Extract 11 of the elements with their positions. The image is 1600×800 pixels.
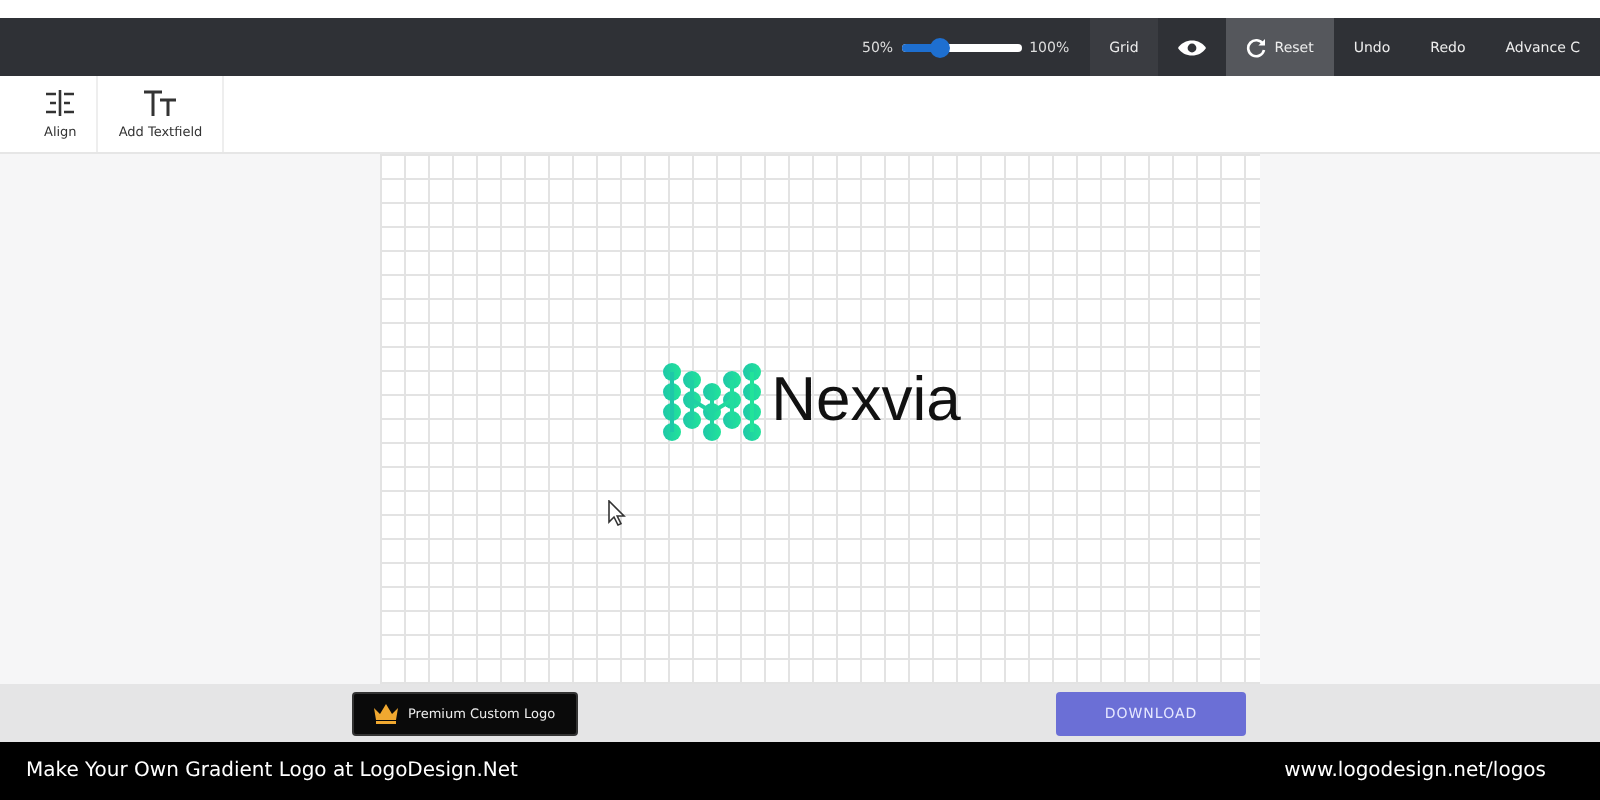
cursor-icon xyxy=(608,500,626,526)
text-size-icon xyxy=(144,89,177,115)
footer-url: www.logodesign.net/logos xyxy=(1284,760,1546,782)
footer-tagline: Make Your Own Gradient Logo at LogoDesign.Net xyxy=(26,760,518,782)
logo-wordmark[interactable]: Nexvia xyxy=(771,363,961,435)
eye-icon xyxy=(1178,37,1207,57)
reset-icon xyxy=(1246,37,1267,57)
zoom-slider[interactable] xyxy=(901,43,1022,51)
align-icon xyxy=(44,89,77,115)
design-canvas[interactable]: Nexvia xyxy=(380,154,1260,684)
crown-icon xyxy=(374,703,398,723)
